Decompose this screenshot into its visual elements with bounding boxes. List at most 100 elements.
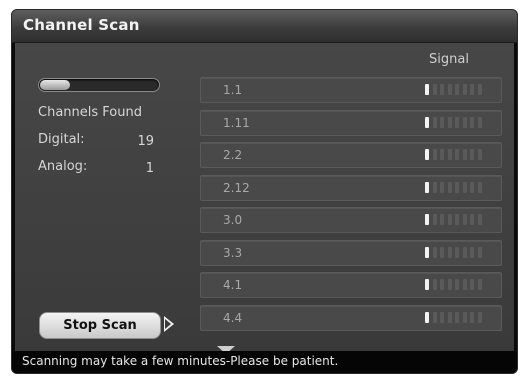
signal-bar [455,149,459,160]
signal-bar [425,182,429,193]
signal-bar [477,117,482,128]
title-bar: Channel Scan [12,10,517,43]
signal-strength-meter [425,312,485,323]
signal-bar [477,214,482,225]
signal-bar [462,84,467,95]
channel-number: 2.2 [223,148,243,162]
signal-bar [432,117,437,128]
channel-row: 4.1 [200,272,502,298]
signal-bar [440,214,444,225]
signal-strength-meter [425,214,485,225]
signal-bar [425,214,429,225]
signal-bar [477,149,482,160]
signal-bar [462,279,467,290]
digital-label: Digital: [38,132,85,147]
window-title: Channel Scan [23,16,140,34]
channel-row: 1.11 [200,110,502,136]
analog-count: 1 [145,161,154,176]
signal-bar [447,149,452,160]
signal-bar [440,247,444,258]
channels-found-label: Channels Found [38,105,142,120]
signal-bar [432,149,437,160]
channel-number: 4.4 [223,311,243,325]
signal-bar [455,182,459,193]
channel-row: 2.12 [200,175,502,201]
signal-bar [462,312,467,323]
signal-bar [425,117,429,128]
signal-strength-meter [425,149,485,160]
signal-bar [440,149,444,160]
signal-bar [477,247,482,258]
signal-bar [470,182,474,193]
signal-bar [432,312,437,323]
signal-bar [440,117,444,128]
signal-bar [447,182,452,193]
signal-bar [455,279,459,290]
signal-bar [462,247,467,258]
scan-progress-bar [38,78,160,92]
signal-bar [462,182,467,193]
signal-bar [440,84,444,95]
signal-strength-meter [425,247,485,258]
signal-bar [470,247,474,258]
signal-bar [470,214,474,225]
signal-bar [425,84,429,95]
signal-column-header: Signal [429,52,469,67]
channel-number: 1.11 [223,116,250,130]
signal-strength-meter [425,182,485,193]
signal-bar [425,149,429,160]
signal-bar [455,214,459,225]
signal-bar [470,312,474,323]
scan-progress-fill [40,80,70,90]
channel-row: 3.3 [200,240,502,266]
channel-number: 4.1 [223,278,243,292]
signal-bar [470,117,474,128]
signal-strength-meter [425,117,485,128]
signal-bar [440,279,444,290]
channel-number: 1.1 [223,83,243,97]
analog-label: Analog: [38,159,88,174]
signal-bar [432,84,437,95]
channel-row: 3.0 [200,207,502,233]
signal-bar [477,312,482,323]
signal-bar [477,279,482,290]
signal-bar [447,247,452,258]
signal-bar [432,247,437,258]
signal-bar [425,279,429,290]
signal-bar [447,312,452,323]
signal-bar [432,279,437,290]
signal-strength-meter [425,84,485,95]
signal-strength-meter [425,279,485,290]
signal-bar [432,182,437,193]
channel-row: 4.4 [200,305,502,331]
signal-bar [462,117,467,128]
channel-row: 2.2 [200,142,502,168]
signal-bar [440,312,444,323]
channel-scan-window: Channel Scan Signal Channels Found Digit… [12,10,517,373]
status-bar: Scanning may take a few minutes-Please b… [12,351,517,373]
digital-count: 19 [137,134,154,149]
stop-scan-button[interactable]: Stop Scan [39,312,161,339]
signal-bar [455,247,459,258]
signal-bar [470,84,474,95]
signal-bar [425,312,429,323]
channel-number: 3.3 [223,246,243,260]
signal-bar [425,247,429,258]
signal-bar [462,149,467,160]
signal-bar [440,182,444,193]
signal-bar [447,84,452,95]
channel-number: 3.0 [223,213,243,227]
signal-bar [470,279,474,290]
channel-number: 2.12 [223,181,250,195]
focus-arrow-icon [164,316,174,332]
status-message: Scanning may take a few minutes-Please b… [22,354,339,368]
signal-bar [470,149,474,160]
signal-bar [455,84,459,95]
signal-bar [455,312,459,323]
signal-bar [462,214,467,225]
signal-bar [447,117,452,128]
signal-bar [477,182,482,193]
signal-bar [477,84,482,95]
channel-row: 1.1 [200,77,502,103]
signal-bar [447,279,452,290]
